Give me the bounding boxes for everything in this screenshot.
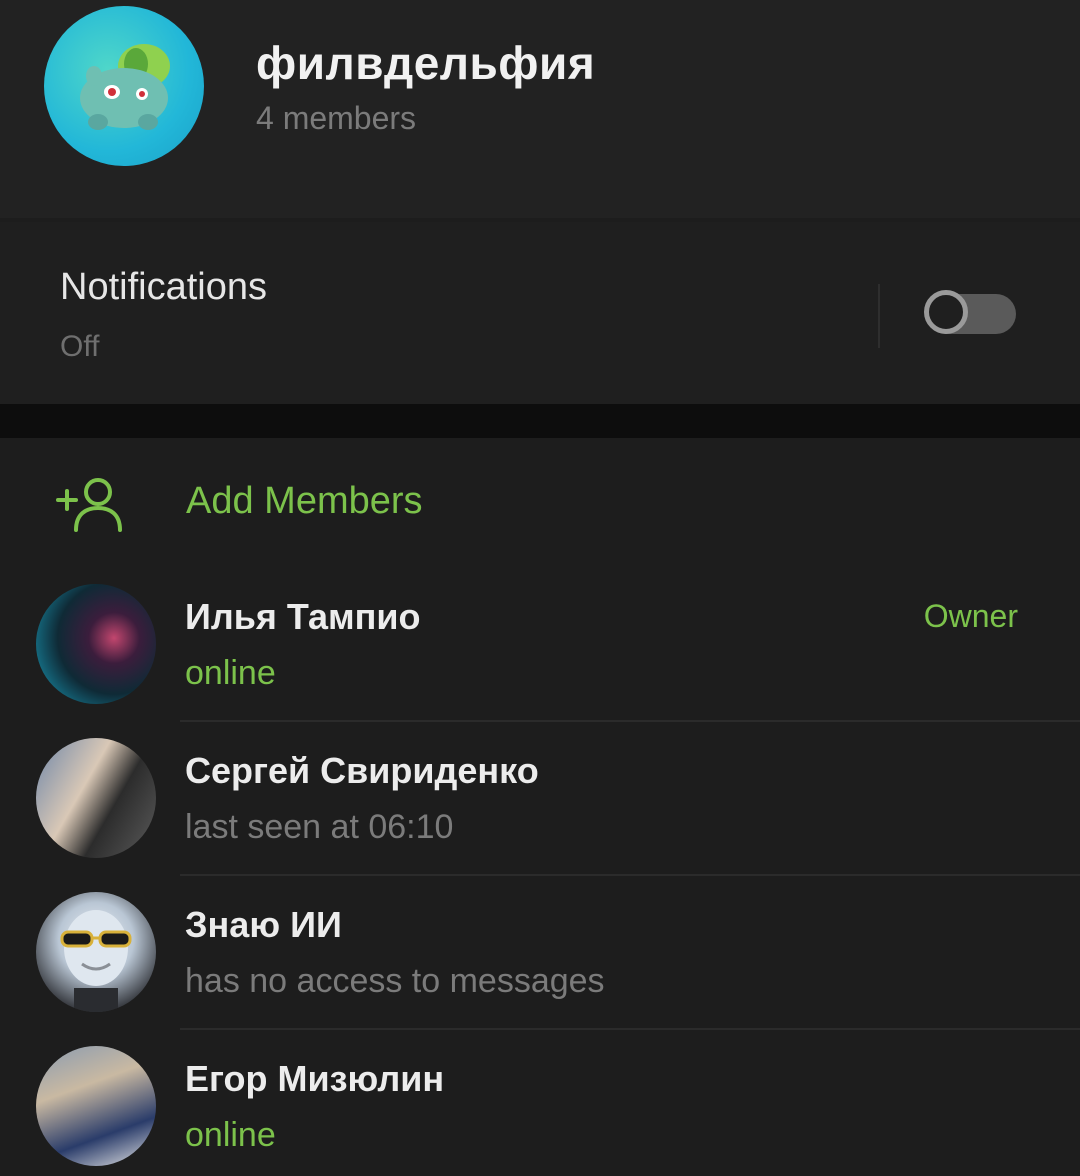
toggle-knob (924, 290, 968, 334)
member-row[interactable]: Илья Тампио online Owner (0, 568, 1080, 722)
group-info-page: филвдельфия 4 members Notifications Off … (0, 0, 1080, 1176)
avatar (36, 1046, 156, 1166)
member-row[interactable]: Сергей Свириденко last seen at 06:10 (0, 722, 1080, 876)
members-section: Add Members Илья Тампио online Owner Сер… (0, 438, 1080, 1176)
section-gap (0, 404, 1080, 438)
robot-sunglasses-icon (60, 910, 132, 1012)
notifications-value: Off (60, 330, 100, 363)
group-title: филвдельфия (256, 37, 596, 89)
owner-badge: Owner (923, 598, 1018, 634)
vertical-divider (878, 284, 880, 348)
member-status: online (185, 1116, 276, 1154)
add-user-icon (56, 478, 122, 532)
avatar (36, 892, 156, 1012)
member-name: Илья Тампио (185, 596, 421, 637)
notifications-label: Notifications (60, 266, 267, 308)
member-row[interactable]: Егор Мизюлин online (0, 1030, 1080, 1176)
member-name: Сергей Свириденко (185, 750, 539, 791)
add-members-label: Add Members (186, 480, 423, 522)
member-name: Знаю ИИ (185, 904, 342, 945)
members-count: 4 members (256, 100, 417, 136)
notifications-row[interactable]: Notifications Off (0, 222, 1080, 404)
member-name: Егор Мизюлин (185, 1058, 445, 1099)
group-header: филвдельфия 4 members (0, 0, 1080, 218)
avatar (36, 738, 156, 858)
add-members-button[interactable]: Add Members (0, 438, 1080, 568)
group-avatar[interactable] (44, 6, 204, 166)
avatar (36, 584, 156, 704)
member-status: last seen at 06:10 (185, 808, 454, 846)
bulbasaur-icon (80, 44, 170, 130)
member-status: online (185, 654, 276, 692)
member-status: has no access to messages (185, 962, 605, 1000)
member-row[interactable]: Знаю ИИ has no access to messages (0, 876, 1080, 1030)
notifications-toggle[interactable] (924, 290, 1016, 334)
